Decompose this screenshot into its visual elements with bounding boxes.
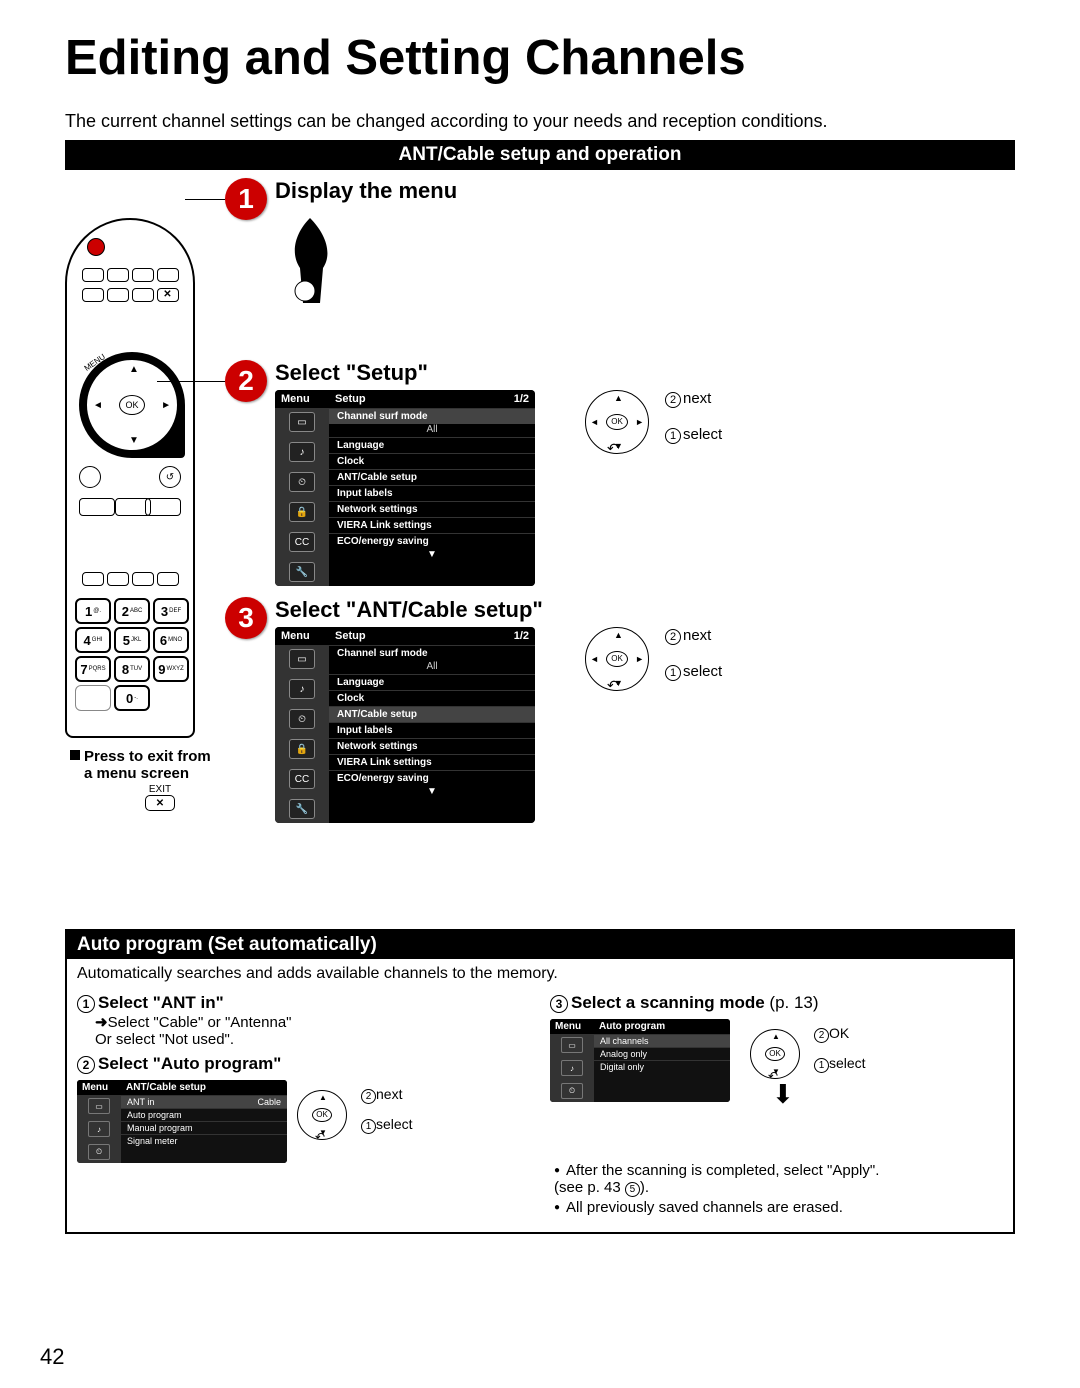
lock-tab-icon: 🔒 [289, 739, 315, 759]
osd-setup-2: MenuSetup1/2 ▭ ♪ ⏲ 🔒 CC 🔧 Channel surf m… [275, 627, 535, 823]
audio-tab-icon: ♪ [561, 1060, 583, 1076]
round-button-right: ↺ [159, 466, 181, 488]
ap-bullet-2: All previously saved channels are erased… [554, 1199, 1003, 1216]
round-button-left [79, 466, 101, 488]
ap-step2-title: 2Select "Auto program" [77, 1054, 530, 1074]
step-1-badge: 1 [225, 178, 267, 220]
cc-tab-icon: CC [289, 532, 315, 552]
exit-note: Press to exit from a menu screen [70, 748, 235, 782]
nav-diagram-3: ▲▼OK ↶ 2next 1select [297, 1090, 477, 1140]
auto-program-desc: Automatically searches and adds availabl… [77, 965, 1003, 983]
step-3-badge: 3 [225, 597, 267, 639]
timer-tab-icon: ⏲ [289, 472, 315, 492]
ap-step3-title: 3Select a scanning mode (p. 13) [550, 993, 1003, 1013]
picture-tab-icon: ▭ [289, 649, 315, 669]
down-arrow-icon: ⬇ [772, 1079, 794, 1110]
setup-tab-icon: 🔧 [289, 562, 315, 582]
ap-step1-line2: Or select "Not used". [95, 1031, 530, 1048]
auto-program-header: Auto program (Set automatically) [67, 931, 1013, 959]
step-3-title: Select "ANT/Cable setup" [275, 597, 1015, 623]
power-button-icon [87, 238, 105, 256]
lock-tab-icon: 🔒 [289, 502, 315, 522]
cc-tab-icon: CC [289, 769, 315, 789]
section-header-antcable: ANT/Cable setup and operation [65, 140, 1015, 170]
nav-wheel-icon: OK ▲ ▼ ◄ ► [85, 358, 179, 452]
ap-bullet-1: After the scanning is completed, select … [554, 1162, 1003, 1197]
audio-tab-icon: ♪ [289, 679, 315, 699]
step-1-title: Display the menu [275, 178, 1015, 204]
nav-diagram-4: ▲▼OK ↶ 2OK 1select [750, 1029, 930, 1079]
ok-button-icon: OK [119, 395, 145, 415]
osd-setup-1: MenuSetup1/2 ▭ ♪ ⏲ 🔒 CC 🔧 Channel surf m… [275, 390, 535, 586]
timer-tab-icon: ⏲ [289, 709, 315, 729]
exit-key-icon: ✕ [157, 288, 179, 302]
osd-autoprogram: MenuAuto program ▭ ♪ ⏲ All channels Anal… [550, 1019, 730, 1102]
audio-tab-icon: ♪ [88, 1121, 110, 1137]
setup-tab-icon: 🔧 [289, 799, 315, 819]
nav-diagram-2: ▲▼◄►OK ↶ 2next 1select [585, 627, 745, 691]
picture-tab-icon: ▭ [88, 1098, 110, 1114]
timer-tab-icon: ⏲ [88, 1144, 110, 1160]
ap-step1-title: 1Select "ANT in" [77, 993, 530, 1013]
ap-step1-line1: ➜Select "Cable" or "Antenna" [95, 1013, 530, 1031]
step-2-title: Select "Setup" [275, 360, 1015, 386]
step-2-badge: 2 [225, 360, 267, 402]
hand-pointer-icon [275, 213, 345, 313]
keypad: 1@. 2ABC 3DEF 4GHI 5JKL 6MNO 7PQRS 8TUV … [75, 598, 189, 711]
picture-tab-icon: ▭ [289, 412, 315, 432]
intro-text: The current channel settings can be chan… [65, 111, 1015, 132]
audio-tab-icon: ♪ [289, 442, 315, 462]
picture-tab-icon: ▭ [561, 1037, 583, 1053]
nav-diagram-1: ▲▼◄►OK ↶ 2next 1select [585, 390, 745, 454]
page-title: Editing and Setting Channels [65, 30, 1015, 86]
page-number: 42 [40, 1344, 64, 1370]
remote-illustration: ✕ OK ▲ ▼ ◄ ► MENU ↺ 1@. 2ABC 3DEF 4GHI 5… [65, 218, 195, 738]
auto-program-section: Auto program (Set automatically) Automat… [65, 929, 1015, 1234]
exit-button-illustration: EXIT ✕ [85, 784, 235, 811]
timer-tab-icon: ⏲ [561, 1083, 583, 1099]
osd-antcable: MenuANT/Cable setup ▭ ♪ ⏲ ANT inCable Au… [77, 1080, 287, 1163]
